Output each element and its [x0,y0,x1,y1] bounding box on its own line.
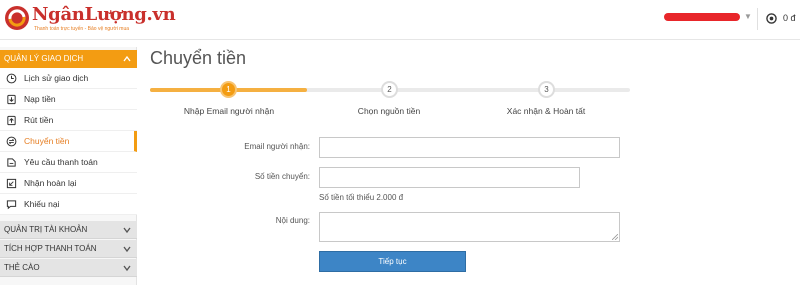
sidebar-section-transactions[interactable]: QUẢN LÝ GIAO DỊCH [0,50,137,68]
sidebar-item-history[interactable]: Lịch sử giao dịch [0,68,137,89]
top-header: NgânLượng.vn Thanh toán trực tuyến - Bảo… [0,0,800,40]
step-1-circle: 1 [220,81,237,98]
withdraw-icon [7,115,16,126]
deposit-icon [7,94,16,105]
logo-mark-icon [5,6,29,30]
sidebar-item-complaint[interactable]: Khiếu nại [0,194,137,215]
sidebar-item-label: Yêu cầu thanh toán [24,157,98,167]
chevron-down-icon [123,227,131,234]
sidebar-item-label: Lịch sử giao dịch [24,73,89,83]
logo[interactable]: NgânLượng.vn Thanh toán trực tuyến - Bảo… [4,4,176,36]
chevron-down-icon[interactable]: ▼ [744,12,752,21]
page-title: Chuyển tiền [150,48,247,68]
sidebar-item-refund[interactable]: Nhận hoàn lại [0,173,137,194]
chevron-up-icon [123,55,131,62]
amount-field[interactable] [319,167,580,188]
payment-request-icon [7,158,16,167]
brand-tagline: Thanh toán trực tuyến - Bảo vệ người mua [34,26,130,32]
content-textarea[interactable] [319,212,620,242]
step-2-circle: 2 [381,81,398,98]
transfer-icon [6,136,17,147]
chevron-down-icon [123,246,131,253]
amount-hint: Số tiền tối thiểu 2.000 đ [319,193,404,202]
step-2-label: Chọn nguồn tiền [357,106,421,116]
continue-button[interactable]: Tiếp tục [319,251,466,272]
sidebar-item-label: Rút tiền [24,115,54,125]
email-field[interactable] [319,137,620,158]
email-label: Email người nhận: [244,142,310,151]
sidebar-item-label: Chuyển tiền [24,136,70,146]
content-label: Nội dung: [275,216,310,225]
user-name-redacted[interactable] [664,13,740,21]
refund-icon [6,178,17,189]
sidebar-section-label: THẺ CÀO [4,263,40,272]
sidebar-section-label: QUẢN LÝ GIAO DỊCH [4,54,84,63]
sidebar-section-integration[interactable]: TÍCH HỢP THANH TOÁN [0,240,137,258]
sidebar-item-label: Nạp tiền [24,94,56,104]
sidebar-item-deposit[interactable]: Nạp tiền [0,89,137,110]
sidebar-item-withdraw[interactable]: Rút tiền [0,110,137,131]
step-3-circle: 3 [538,81,555,98]
sidebar-section-label: QUẢN TRỊ TÀI KHOẢN [4,225,88,234]
history-icon [6,73,17,84]
sidebar-section-account[interactable]: QUẢN TRỊ TÀI KHOẢN [0,221,137,239]
sidebar: QUẢN LÝ GIAO DỊCH Lịch sử giao dịch Nạp … [0,47,137,285]
step-3-label: Xác nhận & Hoàn tất [506,106,586,116]
sidebar-item-label: Nhận hoàn lại [24,178,77,188]
header-divider [757,8,758,30]
brand-name: NgânLượng.vn [32,4,176,25]
sidebar-section-label: TÍCH HỢP THANH TOÁN [4,244,97,253]
resize-grip-icon[interactable] [612,234,618,240]
coin-icon [766,13,777,24]
account-balance: 0 đ [783,13,796,23]
progress-steps: 1 2 3 Nhập Email người nhận Chọn nguồn t… [150,78,630,118]
sidebar-section-cards[interactable]: THẺ CÀO [0,259,137,277]
step-1-label: Nhập Email người nhận [183,106,275,116]
sidebar-item-label: Khiếu nại [24,199,60,209]
chevron-down-icon [123,265,131,272]
sidebar-item-payment-request[interactable]: Yêu cầu thanh toán [0,152,137,173]
complaint-icon [6,200,17,210]
amount-label: Số tiền chuyển: [254,172,310,181]
sidebar-item-transfer[interactable]: Chuyển tiền [0,131,137,152]
